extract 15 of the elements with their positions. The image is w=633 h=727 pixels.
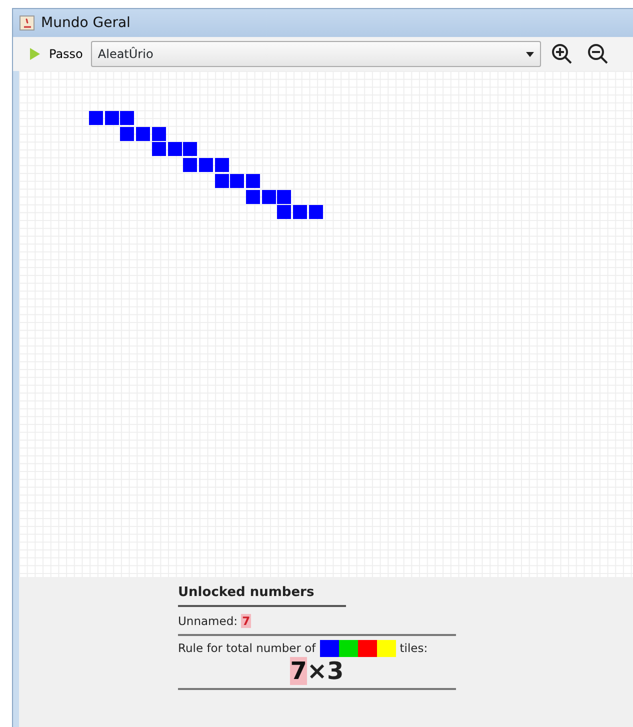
- rule-suffix: tiles:: [400, 640, 428, 657]
- play-icon: [29, 47, 41, 61]
- mode-dropdown[interactable]: AleatÛrio: [90, 41, 541, 67]
- rule-factor: ×3: [306, 657, 344, 685]
- panel-heading: Unlocked numbers: [178, 577, 346, 606]
- window-title: Mundo Geral: [41, 14, 130, 32]
- rule-count: 7: [290, 657, 307, 685]
- zoom-in-icon: [550, 43, 573, 65]
- rule-text: Rule for total number of: [178, 640, 316, 657]
- unnamed-label: Unnamed:: [178, 614, 238, 628]
- step-button[interactable]: Passo: [27, 43, 85, 65]
- app-icon: [19, 15, 35, 31]
- unnamed-value: 7: [241, 614, 252, 628]
- caret-icon: [526, 52, 534, 56]
- zoom-out-icon: [586, 43, 609, 65]
